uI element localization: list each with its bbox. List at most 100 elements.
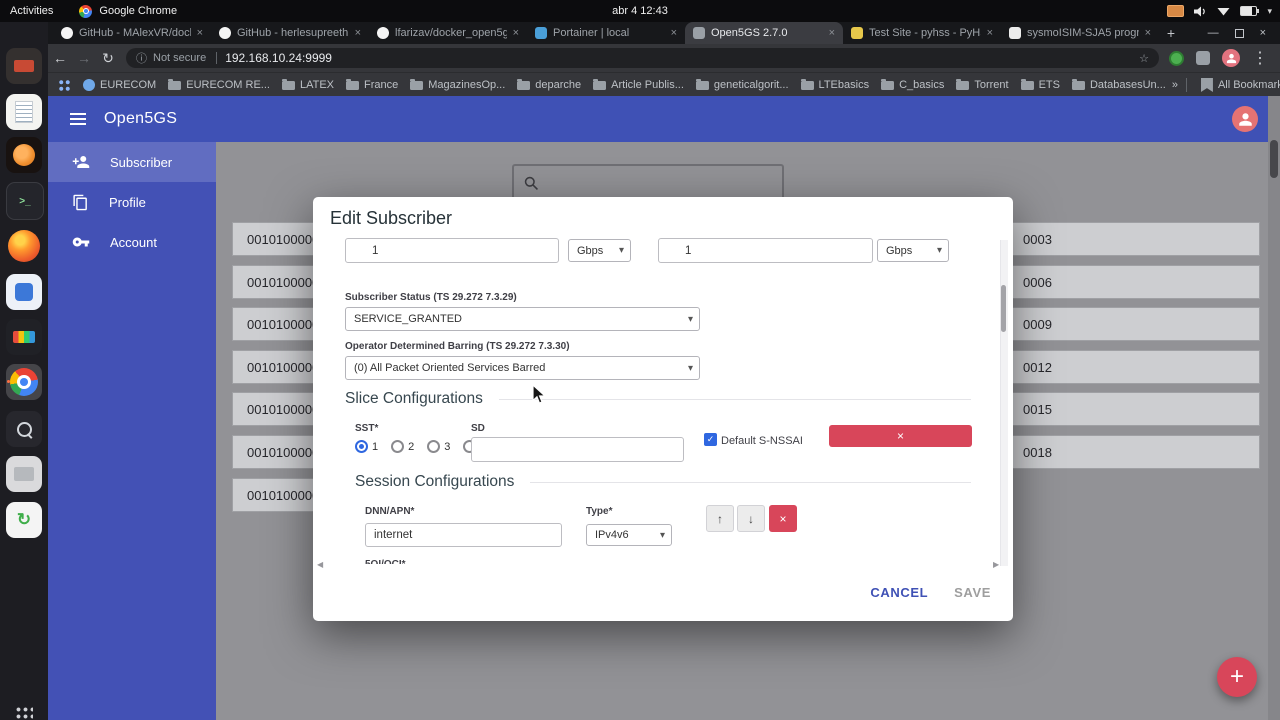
user-avatar[interactable] — [1232, 106, 1258, 132]
tab-pyhss[interactable]: Test Site - pyhss - PyHS... × — [843, 22, 1001, 44]
tab-sysmoisim[interactable]: sysmoISIM-SJA5 progra... × — [1001, 22, 1159, 44]
tab-close-icon[interactable]: × — [197, 27, 203, 39]
sd-input[interactable] — [471, 437, 684, 462]
remove-session-button[interactable]: × — [769, 505, 797, 532]
tab-close-icon[interactable]: × — [513, 27, 519, 39]
sidebar-item-profile[interactable]: Profile — [48, 182, 216, 222]
window-close-button[interactable]: × — [1260, 27, 1266, 39]
media-player-icon[interactable] — [6, 319, 42, 355]
bookmark-folder[interactable]: LTEbasics — [795, 78, 876, 91]
all-bookmarks-button[interactable]: All Bookmarks — [1195, 78, 1280, 92]
site-info-icon[interactable]: ⓘ — [136, 50, 147, 66]
operator-barring-select[interactable]: (0) All Packet Oriented Services Barred … — [345, 356, 700, 380]
page-scrollbar-track[interactable] — [1268, 96, 1280, 720]
archive-manager-icon[interactable] — [6, 456, 42, 492]
tab-github-malexvr[interactable]: GitHub - MAlexVR/dock... × — [53, 22, 211, 44]
default-snssai-checkbox[interactable]: ✓ — [704, 433, 717, 446]
tab-close-icon[interactable]: × — [671, 27, 677, 39]
code-editor-icon[interactable] — [6, 274, 42, 310]
bookmark-folder[interactable]: C_basics — [875, 78, 950, 91]
scroll-right-icon[interactable]: ▶ — [993, 560, 999, 569]
bookmark-item[interactable]: EURECOM — [77, 79, 162, 91]
page-scrollbar-thumb[interactable] — [1270, 140, 1278, 178]
ambr-uplink-input[interactable] — [658, 238, 873, 263]
add-subscriber-fab[interactable]: + — [1217, 657, 1257, 697]
back-button[interactable]: ← — [48, 50, 72, 66]
sidebar-item-subscriber[interactable]: Subscriber — [48, 142, 216, 182]
url-text[interactable]: 192.168.10.24:9999 — [225, 51, 1139, 65]
bookmark-folder[interactable]: EURECOM RE... — [162, 78, 276, 91]
cancel-button[interactable]: CANCEL — [870, 585, 928, 600]
move-session-up-button[interactable]: ↑ — [706, 505, 734, 532]
maximize-button[interactable] — [1234, 28, 1244, 38]
scroll-left-icon[interactable]: ◀ — [317, 560, 323, 569]
plus-icon: + — [1229, 663, 1244, 690]
activities-button[interactable]: Activities — [10, 5, 53, 17]
minimize-button[interactable]: — — [1208, 27, 1219, 39]
address-bar[interactable]: ⓘ Not secure 192.168.10.24:9999 ☆ — [126, 48, 1159, 68]
bookmark-folder[interactable]: DatabasesUn... — [1066, 78, 1172, 91]
bookmark-folder[interactable]: LATEX — [276, 78, 340, 91]
bookmark-folder[interactable]: MagazinesOp... — [404, 78, 511, 91]
folder-icon — [346, 78, 359, 90]
bookmarks-overflow-icon[interactable]: » — [1172, 79, 1178, 91]
clock[interactable]: abr 4 12:43 — [612, 0, 668, 22]
software-updater-icon[interactable] — [6, 502, 42, 538]
move-session-down-button[interactable]: ↓ — [737, 505, 765, 532]
sst-radio-2[interactable] — [391, 440, 405, 453]
down-arrow-icon: ↓ — [748, 511, 754, 526]
tab-lfarizav-docker[interactable]: lfarizav/docker_open5g... × — [369, 22, 527, 44]
browser-menu-icon[interactable]: ⋮ — [1252, 48, 1268, 68]
bookmark-folder[interactable]: geneticalgorit... — [690, 78, 795, 91]
show-applications-button[interactable] — [15, 706, 33, 720]
google-chrome-icon[interactable] — [6, 364, 42, 400]
mail-client-icon[interactable] — [6, 48, 42, 84]
modal-scrollbar-thumb[interactable] — [1001, 285, 1006, 332]
hamburger-menu-icon[interactable] — [70, 118, 86, 120]
extension-icon-gray[interactable] — [1196, 51, 1210, 65]
bookmark-star-icon[interactable]: ☆ — [1139, 52, 1149, 65]
extension-icon-green[interactable] — [1169, 50, 1184, 66]
bookmark-folder[interactable]: Article Publis... — [587, 78, 690, 91]
tab-open5gs-active[interactable]: Open5GS 2.7.0 × — [685, 22, 843, 44]
sst-radio-1[interactable] — [355, 440, 368, 453]
tab-close-icon[interactable]: × — [987, 27, 993, 39]
text-editor-icon[interactable] — [6, 94, 42, 130]
slice-configurations-heading: Slice Configurations — [345, 390, 971, 408]
blender-icon[interactable] — [6, 137, 42, 173]
ambr-uplink-unit-select[interactable]: Gbps ▾ — [877, 239, 949, 262]
focused-app-menu[interactable]: Google Chrome — [79, 4, 177, 18]
forward-button[interactable]: → — [72, 50, 96, 66]
caret-down-icon: ▾ — [936, 245, 942, 256]
tab-close-icon[interactable]: × — [1145, 27, 1151, 39]
subscriber-status-select[interactable]: SERVICE_GRANTED ▾ — [345, 307, 700, 331]
folder-icon — [281, 78, 295, 90]
session-type-select[interactable]: IPv4v6 ▾ — [586, 524, 672, 546]
ambr-downlink-unit-select[interactable]: Gbps ▾ — [568, 239, 631, 262]
sidebar-item-account[interactable]: Account — [48, 222, 216, 262]
bookmark-folder[interactable]: ETS — [1015, 78, 1066, 91]
tab-github-herlesupreeth[interactable]: GitHub - herlesupreeth... × — [211, 22, 369, 44]
save-button[interactable]: SAVE — [954, 585, 991, 600]
sst-radio-3[interactable] — [427, 440, 441, 453]
remove-slice-button[interactable]: × — [829, 425, 972, 447]
system-tray[interactable]: ▾ — [1167, 0, 1272, 22]
apps-shortcut-icon[interactable] — [58, 78, 71, 92]
browser-profile-avatar[interactable] — [1222, 49, 1240, 67]
tab-close-icon[interactable]: × — [355, 27, 361, 39]
new-tab-button[interactable]: + — [1159, 25, 1183, 41]
session-configurations-heading: Session Configurations — [355, 473, 971, 491]
terminal-icon[interactable] — [6, 182, 44, 220]
dnn-apn-input[interactable] — [365, 523, 562, 547]
bookmark-folder[interactable]: Torrent — [950, 78, 1014, 91]
screenshot-tool-icon[interactable] — [6, 411, 42, 447]
open5gs-app-bar: Open5GS — [48, 96, 1280, 142]
ambr-downlink-input[interactable] — [345, 238, 559, 263]
tab-portainer[interactable]: Portainer | local × — [527, 22, 685, 44]
tab-close-icon[interactable]: × — [829, 27, 835, 39]
bookmark-folder[interactable]: France — [340, 78, 404, 91]
firefox-icon[interactable] — [6, 228, 42, 264]
folder-icon — [1071, 78, 1085, 90]
bookmark-folder[interactable]: deparche — [511, 78, 587, 91]
reload-button[interactable]: ↻ — [96, 50, 120, 67]
